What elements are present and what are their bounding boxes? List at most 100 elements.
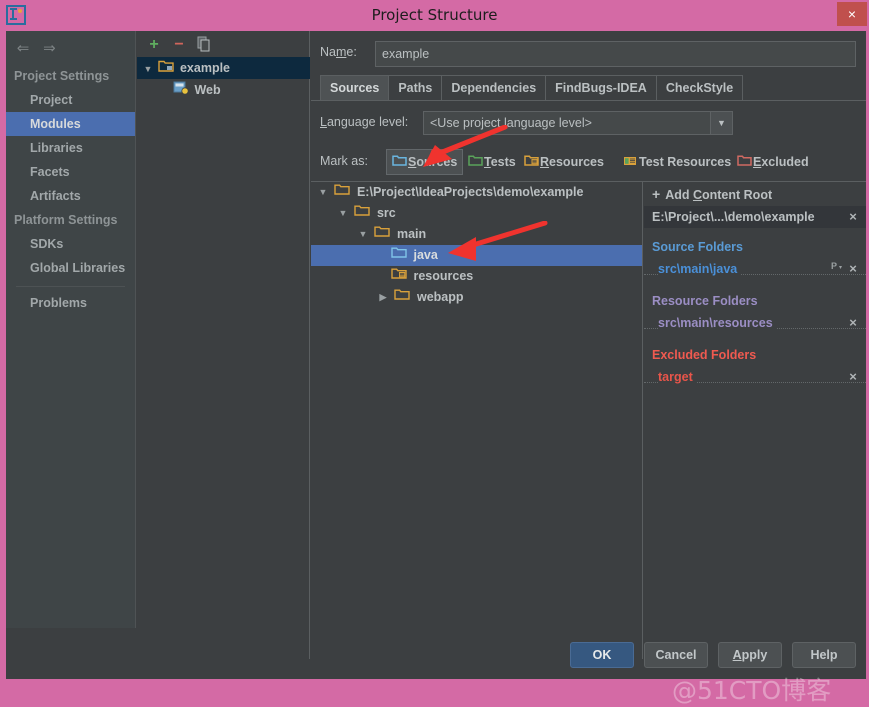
navigation-arrows: ⇐ ⇒ (12, 39, 60, 59)
sources-split-area: ▼ E:\Project\IdeaProjects\demo\example ▼ (311, 181, 866, 659)
forward-arrow-icon[interactable]: ⇒ (38, 39, 60, 59)
language-level-select[interactable]: <Use project language level> ▼ (423, 111, 733, 135)
mark-as-label: Mark as: (320, 154, 368, 168)
excluded-folder-label: target (658, 370, 696, 384)
module-editor-panel: Name: example Sources Paths Dependencies… (311, 31, 866, 659)
sidebar-item-problems[interactable]: Problems (6, 291, 135, 315)
mark-as-test-resources-label: Test Resources (639, 155, 732, 169)
test-resources-folder-icon (623, 150, 639, 176)
remove-resource-folder-icon[interactable]: × (846, 312, 860, 334)
add-content-root-label: Add Content Root (665, 188, 773, 202)
cancel-button[interactable]: Cancel (644, 642, 708, 668)
mark-as-resources-label: esources (549, 155, 604, 169)
tab-findbugs-idea[interactable]: FindBugs-IDEA (545, 75, 657, 100)
settings-sidebar: ⇐ ⇒ Project Settings Project Modules Lib… (6, 31, 136, 628)
tab-checkstyle[interactable]: CheckStyle (655, 75, 744, 100)
mark-as-excluded-button[interactable]: Excluded (732, 149, 814, 175)
content-roots-panel: + Add Content Root E:\Project\...\demo\ex… (644, 182, 866, 659)
sidebar-item-libraries[interactable]: Libraries (6, 136, 135, 160)
sidebar-item-project[interactable]: Project (6, 88, 135, 112)
mark-as-tests-button[interactable]: Tests (463, 149, 521, 175)
svg-text:P: P (831, 261, 837, 271)
apply-button[interactable]: Apply (718, 642, 782, 668)
folder-icon (374, 224, 393, 245)
ok-button[interactable]: OK (570, 642, 634, 668)
sources-folder-icon (391, 245, 410, 266)
tab-paths[interactable]: Paths (388, 75, 443, 100)
project-structure-dialog: Project Structure × ⇐ ⇒ Project Settings… (0, 0, 869, 705)
modules-tree: ▼ example Web (137, 57, 310, 101)
resources-folder-icon (391, 266, 410, 287)
modules-toolbar: + − (137, 31, 310, 57)
resource-folder-row[interactable]: src\main\resources × (644, 312, 866, 334)
tabs-underline (311, 100, 866, 101)
sidebar-item-facets[interactable]: Facets (6, 160, 135, 184)
tree-row-src[interactable]: ▼ src (311, 203, 642, 224)
source-folder-row[interactable]: src\main\java P × (644, 258, 866, 280)
chevron-down-icon[interactable]: ▼ (355, 224, 371, 245)
language-level-row: Language level: <Use project language le… (311, 111, 866, 135)
excluded-folders-section-title: Excluded Folders (652, 348, 757, 362)
chevron-right-icon[interactable]: ▶ (375, 287, 391, 308)
source-folder-label: src\main\java (658, 262, 741, 276)
tree-row-label: E:\Project\IdeaProjects\demo\example (356, 185, 584, 199)
remove-excluded-folder-icon[interactable]: × (846, 366, 860, 388)
folder-icon (394, 287, 413, 308)
chevron-down-icon[interactable]: ▼ (710, 112, 732, 134)
mark-as-sources-button[interactable]: Sources (386, 149, 464, 175)
chevron-down-icon[interactable]: ▼ (141, 58, 155, 80)
sidebar-item-modules[interactable]: Modules (6, 112, 135, 136)
close-icon[interactable]: × (837, 2, 867, 26)
remove-content-root-icon[interactable]: × (846, 206, 860, 228)
mark-as-row: Mark as: Sources Tests Resources Test Re… (311, 149, 866, 175)
tree-row-main[interactable]: ▼ main (311, 224, 642, 245)
sidebar-item-artifacts[interactable]: Artifacts (6, 184, 135, 208)
mark-as-resources-button[interactable]: Resources (519, 149, 609, 175)
content-root-header[interactable]: E:\Project\...\demo\example × (644, 206, 866, 228)
resources-folder-icon (524, 150, 540, 176)
tab-dependencies[interactable]: Dependencies (441, 75, 547, 100)
tree-row-java[interactable]: java (311, 245, 642, 266)
web-facet-icon (173, 80, 191, 102)
tree-row-label: webapp (416, 290, 464, 304)
tree-row-webapp[interactable]: ▶ webapp (311, 287, 642, 308)
add-module-button[interactable]: + (145, 36, 163, 54)
modules-panel: + − ▼ example Web (137, 31, 310, 659)
tree-row-label: src (376, 206, 396, 220)
back-arrow-icon[interactable]: ⇐ (12, 39, 34, 59)
dialog-content: ⇐ ⇒ Project Settings Project Modules Lib… (0, 31, 869, 705)
help-button[interactable]: Help (792, 642, 856, 668)
excluded-folder-icon (737, 150, 753, 176)
add-content-root-button[interactable]: + Add Content Root (644, 182, 866, 206)
tree-row-content-root[interactable]: ▼ E:\Project\IdeaProjects\demo\example (311, 182, 642, 203)
sidebar-group-platform-settings: Platform Settings (14, 213, 118, 227)
module-tree-row-example[interactable]: ▼ example (137, 57, 310, 79)
tree-row-label: main (396, 227, 427, 241)
tree-row-label: resources (413, 269, 474, 283)
chevron-down-icon[interactable]: ▼ (335, 203, 351, 224)
module-name-label: Name: (320, 45, 357, 59)
module-tree-label: Web (194, 83, 221, 97)
sources-folder-icon (392, 151, 408, 175)
mark-as-test-resources-button[interactable]: Test Resources (618, 149, 736, 175)
excluded-folder-row[interactable]: target × (644, 366, 866, 388)
copy-module-button[interactable] (195, 36, 213, 54)
folder-icon (334, 182, 353, 203)
remove-module-button[interactable]: − (170, 36, 188, 54)
chevron-down-icon[interactable]: ▼ (315, 182, 331, 203)
module-tree-label: example (179, 61, 230, 75)
module-tree-row-web[interactable]: Web (137, 79, 310, 101)
module-name-input[interactable]: example (375, 41, 856, 67)
tab-sources[interactable]: Sources (320, 75, 390, 100)
tests-folder-icon (468, 150, 484, 176)
sidebar-item-sdks[interactable]: SDKs (6, 232, 135, 256)
tree-row-resources[interactable]: resources (311, 266, 642, 287)
language-level-value: <Use project language level> (430, 116, 592, 130)
plus-icon: + (652, 186, 661, 202)
sidebar-item-global-libraries[interactable]: Global Libraries (6, 256, 135, 280)
window-title: Project Structure (371, 6, 498, 24)
module-tabs: Sources Paths Dependencies FindBugs-IDEA… (320, 75, 744, 100)
remove-source-folder-icon[interactable]: × (846, 258, 860, 280)
mark-as-sources-label: ources (416, 155, 458, 169)
package-prefix-icon[interactable]: P (830, 258, 844, 280)
